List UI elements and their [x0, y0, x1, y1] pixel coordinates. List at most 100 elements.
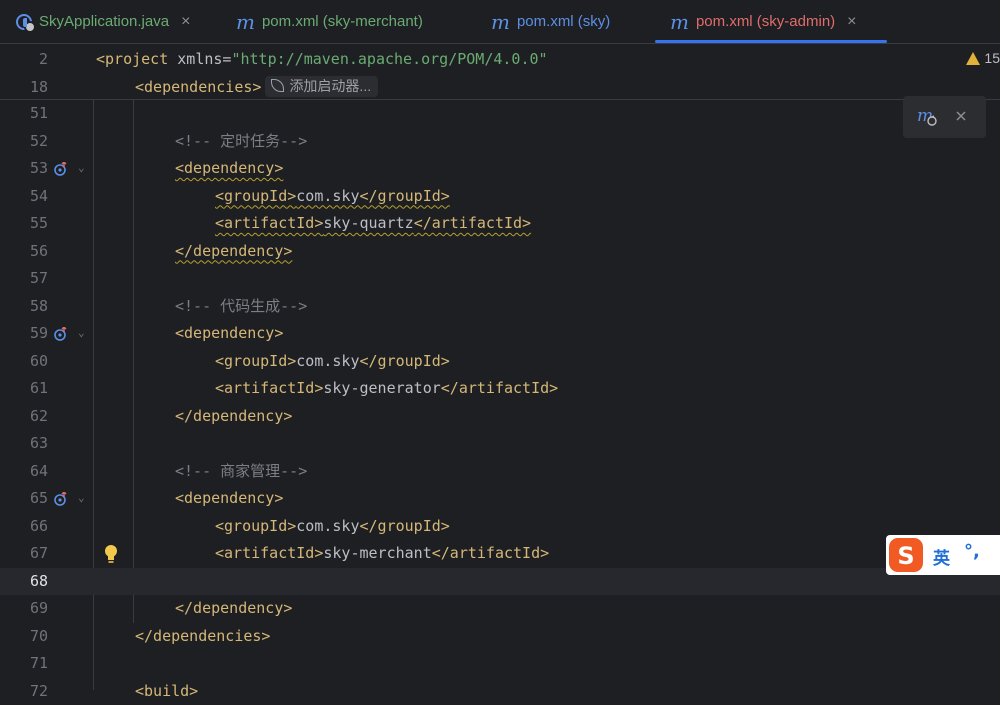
- code-row[interactable]: 59 ⌄ <dependency>: [0, 320, 1000, 348]
- ime-language-toggle[interactable]: 英: [933, 544, 950, 569]
- code-row[interactable]: 69 </dependency>: [0, 595, 1000, 623]
- code-row[interactable]: 72 <build>: [0, 678, 1000, 705]
- code-row[interactable]: 70 </dependencies>: [0, 623, 1000, 651]
- warning-count: 15: [984, 50, 1000, 66]
- tab-label: pom.xml (sky-admin): [696, 13, 835, 30]
- code-row[interactable]: 71: [0, 650, 1000, 678]
- code-row[interactable]: 58 <!-- 代码生成-->: [0, 293, 1000, 321]
- xml-tag: </dependencies>: [135, 623, 270, 651]
- sticky-line-project[interactable]: 2 <project xmlns="http://maven.apache.or…: [0, 46, 1000, 74]
- xml-comment: <!-- 商家管理-->: [175, 458, 307, 486]
- code-row[interactable]: 52 <!-- 定时任务-->: [0, 128, 1000, 156]
- code-row[interactable]: 53 ⌄ <dependency>: [0, 155, 1000, 183]
- tab-pom-sky-admin[interactable]: m pom.xml (sky-admin) ×: [655, 0, 887, 43]
- ime-toolbar[interactable]: S 英 °,: [886, 535, 1000, 575]
- line-number: 71: [0, 650, 48, 678]
- java-class-icon: [16, 14, 32, 30]
- xml-text: com.sky: [296, 187, 359, 205]
- xml-tag: </artifactId>: [441, 379, 558, 397]
- line-number: 57: [0, 265, 48, 293]
- xml-tag: <groupId>: [215, 517, 296, 535]
- code-row[interactable]: 64 <!-- 商家管理-->: [0, 458, 1000, 486]
- line-number: 52: [0, 128, 48, 156]
- line-number: 18: [0, 74, 48, 102]
- code-editor[interactable]: 51 52 <!-- 定时任务--> 53 ⌄ <dependency> 54 …: [0, 100, 1000, 690]
- code-row[interactable]: 66 <groupId>com.sky</groupId>: [0, 513, 1000, 541]
- code-row[interactable]: 60 <groupId>com.sky</groupId>: [0, 348, 1000, 376]
- xml-tag: <groupId>: [215, 352, 296, 370]
- maven-icon: m: [670, 12, 689, 32]
- line-number: 54: [0, 183, 48, 211]
- tab-sky-application[interactable]: SkyApplication.java ×: [16, 0, 190, 43]
- xml-tag: </artifactId>: [432, 544, 549, 562]
- code-row[interactable]: 62 </dependency>: [0, 403, 1000, 431]
- line-number: 67: [0, 540, 48, 568]
- maven-icon: m: [491, 12, 510, 32]
- fold-icon[interactable]: ⌄: [78, 161, 85, 174]
- add-starter-hint[interactable]: 添加启动器...: [265, 76, 378, 97]
- line-number: 61: [0, 375, 48, 403]
- tab-label: pom.xml (sky): [517, 13, 610, 30]
- ime-punctuation-toggle[interactable]: °,: [964, 541, 980, 562]
- code-line: <groupId>com.sky</groupId>: [215, 513, 450, 541]
- code-row[interactable]: 56 </dependency>: [0, 238, 1000, 266]
- code-row[interactable]: 61 <artifactId>sky-generator</artifactId…: [0, 375, 1000, 403]
- sticky-scope-header: 2 <project xmlns="http://maven.apache.or…: [0, 44, 1000, 100]
- code-line: </dependency>: [96, 238, 292, 266]
- code-line: <artifactId>sky-merchant</artifactId>: [215, 540, 549, 568]
- xml-attribute-value: "http://maven.apache.org/POM/4.0.0": [231, 50, 547, 68]
- xml-tag: </dependency>: [175, 242, 292, 260]
- active-tab-indicator: [655, 40, 887, 43]
- sogou-ime-icon[interactable]: S: [888, 537, 924, 573]
- line-number: 56: [0, 238, 48, 266]
- code-row[interactable]: 51: [0, 100, 1000, 128]
- code-row[interactable]: 54 <groupId>com.sky</groupId>: [0, 183, 1000, 211]
- code-row[interactable]: 57: [0, 265, 1000, 293]
- maven-dependency-icon[interactable]: [54, 162, 68, 176]
- line-number: 65: [0, 485, 48, 513]
- line-number: 51: [0, 100, 48, 128]
- xml-text: sky-quartz: [323, 214, 413, 232]
- xml-attribute: xmlns=: [168, 50, 231, 68]
- code-line: <artifactId>sky-quartz</artifactId>: [96, 210, 531, 238]
- xml-tag: <groupId>: [215, 187, 296, 205]
- warning-icon: [966, 52, 980, 65]
- close-icon[interactable]: ×: [181, 13, 190, 31]
- code-row[interactable]: 63: [0, 430, 1000, 458]
- xml-comment: <!-- 定时任务-->: [175, 128, 307, 156]
- xml-tag: <artifactId>: [215, 214, 323, 232]
- spring-leaf-icon: [271, 79, 284, 92]
- maven-dependency-icon[interactable]: [54, 492, 68, 506]
- lightbulb-icon[interactable]: [104, 544, 118, 564]
- tab-pom-sky-merchant[interactable]: m pom.xml (sky-merchant): [236, 0, 423, 43]
- fold-icon[interactable]: ⌄: [78, 491, 85, 504]
- xml-tag: <project: [96, 50, 168, 68]
- line-number: 2: [0, 46, 48, 74]
- xml-tag: <dependency>: [175, 320, 283, 348]
- fold-icon[interactable]: ⌄: [78, 326, 85, 339]
- xml-tag: <artifactId>: [215, 379, 323, 397]
- tab-pom-sky[interactable]: m pom.xml (sky): [491, 0, 610, 43]
- maven-dependency-icon[interactable]: [54, 327, 68, 341]
- maven-icon: m: [236, 12, 255, 32]
- code-row[interactable]: 55 <artifactId>sky-quartz</artifactId>: [0, 210, 1000, 238]
- xml-tag: </groupId>: [360, 187, 450, 205]
- xml-tag: <build>: [135, 678, 198, 705]
- xml-tag: <dependencies>: [135, 78, 261, 96]
- close-icon[interactable]: ×: [847, 13, 856, 31]
- maven-reload-popup: m: [903, 96, 986, 138]
- maven-reload-icon[interactable]: m: [917, 107, 939, 127]
- current-line[interactable]: 68: [0, 568, 1000, 596]
- line-number: 55: [0, 210, 48, 238]
- close-icon[interactable]: [955, 110, 967, 122]
- code-row[interactable]: 67 <artifactId>sky-merchant</artifactId>: [0, 540, 1000, 568]
- sticky-line-dependencies[interactable]: 18 <dependencies>添加启动器...: [0, 74, 1000, 102]
- code-line: <project xmlns="http://maven.apache.org/…: [96, 46, 548, 74]
- code-line: <artifactId>sky-generator</artifactId>: [215, 375, 558, 403]
- warnings-indicator[interactable]: 15: [966, 50, 1000, 66]
- xml-tag: </groupId>: [360, 352, 450, 370]
- code-row[interactable]: 65 ⌄ <dependency>: [0, 485, 1000, 513]
- line-number: 68: [0, 568, 48, 596]
- line-number: 60: [0, 348, 48, 376]
- editor-tab-bar: SkyApplication.java × m pom.xml (sky-mer…: [0, 0, 1000, 44]
